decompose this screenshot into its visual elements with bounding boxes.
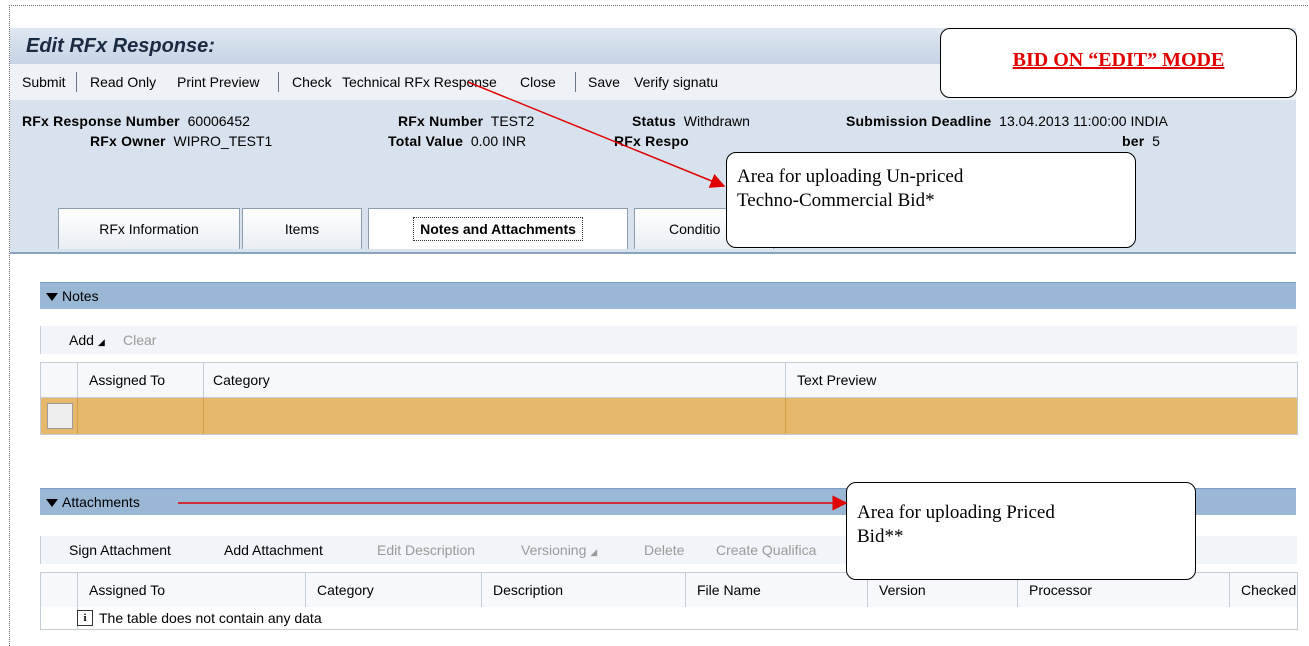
column-header-category[interactable]: Category xyxy=(317,582,374,598)
status-value: Withdrawn xyxy=(683,113,750,129)
rfx-owner-value: WIPRO_TEST1 xyxy=(173,133,273,149)
collapse-triangle-icon[interactable] xyxy=(46,499,58,508)
version-number-label: ber xyxy=(1122,133,1145,149)
close-button[interactable]: Close xyxy=(520,74,556,90)
rfx-response-version-field: RFx Respo xyxy=(614,133,689,149)
toolbar-separator xyxy=(278,72,279,92)
create-qualification-button[interactable]: Create Qualifica xyxy=(716,542,816,558)
column-header-assigned-to[interactable]: Assigned To xyxy=(89,582,165,598)
bid-mode-text: BID ON “EDIT” MODE xyxy=(1012,49,1225,71)
priced-callout-line-2: Bid** xyxy=(857,526,904,547)
column-header-description[interactable]: Description xyxy=(493,582,563,598)
page-title: Edit RFx Response: xyxy=(26,35,215,57)
rfx-owner-field: RFx Owner WIPRO_TEST1 xyxy=(90,133,272,149)
tab-items[interactable]: Items xyxy=(242,208,362,249)
rfx-owner-label: RFx Owner xyxy=(90,133,166,149)
status-label: Status xyxy=(632,113,676,129)
edit-description-button[interactable]: Edit Description xyxy=(377,542,475,558)
read-only-button[interactable]: Read Only xyxy=(90,74,156,90)
menu-triangle-icon: ◢ xyxy=(97,337,105,347)
unpriced-callout-line-2: Techno-Commercial Bid* xyxy=(737,190,935,211)
version-number-value: 5 xyxy=(1152,133,1160,149)
status-field: Status Withdrawn xyxy=(632,113,750,129)
column-header-file-name[interactable]: File Name xyxy=(697,582,761,598)
sign-attachment-button[interactable]: Sign Attachment xyxy=(69,542,171,558)
tab-rfx-information[interactable]: RFx Information xyxy=(58,208,240,249)
tab-notes-and-attachments[interactable]: Notes and Attachments xyxy=(368,208,628,249)
collapse-triangle-icon[interactable] xyxy=(46,293,58,302)
column-header-assigned-to[interactable]: Assigned To xyxy=(89,372,165,388)
clear-note-button[interactable]: Clear xyxy=(123,332,156,348)
empty-table-message: The table does not contain any data xyxy=(99,610,322,626)
add-note-button[interactable]: Add ◢ xyxy=(69,332,105,348)
table-row-selected[interactable] xyxy=(40,397,1298,435)
save-button[interactable]: Save xyxy=(588,74,620,90)
notes-section-header[interactable]: Notes xyxy=(40,282,1296,309)
rfx-number-value: TEST2 xyxy=(490,113,535,129)
rfx-number-label: RFx Number xyxy=(398,113,484,129)
rfx-number-field: RFx Number TEST2 xyxy=(398,113,534,129)
submit-button[interactable]: Submit xyxy=(22,74,66,90)
rfx-response-number-label: RFx Response Number xyxy=(22,113,180,129)
technical-rfx-response-button[interactable]: Technical RFx Response xyxy=(342,74,497,90)
column-header-checked[interactable]: Checked xyxy=(1241,582,1296,598)
empty-table-row: i The table does not contain any data xyxy=(40,607,1298,630)
priced-callout-line-1: Area for uploading Priced xyxy=(857,502,1055,523)
notes-section-title: Notes xyxy=(62,288,99,304)
check-button[interactable]: Check xyxy=(292,74,332,90)
unpriced-bid-callout: Area for uploading Un-priced Techno-Comm… xyxy=(726,152,1136,248)
column-header-category[interactable]: Category xyxy=(213,372,270,388)
total-value-value: 0.00 INR xyxy=(470,133,527,149)
column-header-version[interactable]: Version xyxy=(879,582,926,598)
bid-mode-callout: BID ON “EDIT” MODE xyxy=(940,28,1297,98)
info-icon: i xyxy=(77,610,93,626)
column-header-processor[interactable]: Processor xyxy=(1029,582,1092,598)
menu-triangle-icon: ◢ xyxy=(590,547,598,557)
toolbar-separator xyxy=(575,72,576,92)
toolbar-separator xyxy=(76,72,77,92)
rfx-response-number-value: 60006452 xyxy=(187,113,250,129)
verify-signature-button[interactable]: Verify signatu xyxy=(634,74,718,90)
submission-deadline-value: 13.04.2013 11:00:00 INDIA xyxy=(999,113,1168,129)
rfx-response-version-label: RFx Respo xyxy=(614,133,689,149)
delete-button[interactable]: Delete xyxy=(644,542,684,558)
attachments-section-title: Attachments xyxy=(62,494,140,510)
notes-toolbar: Add ◢ Clear xyxy=(40,326,1297,354)
print-preview-button[interactable]: Print Preview xyxy=(177,74,259,90)
version-number-field: ber 5 xyxy=(1122,133,1160,149)
unpriced-callout-line-1: Area for uploading Un-priced xyxy=(737,166,964,187)
submission-deadline-label: Submission Deadline xyxy=(846,113,992,129)
priced-bid-callout: Area for uploading Priced Bid** xyxy=(846,482,1196,580)
total-value-field: Total Value 0.00 INR xyxy=(388,133,526,149)
versioning-button[interactable]: Versioning ◢ xyxy=(521,542,597,558)
notes-table-header: Assigned To Category Text Preview xyxy=(40,362,1298,398)
submission-deadline-field: Submission Deadline 13.04.2013 11:00:00 … xyxy=(846,113,1168,129)
add-attachment-button[interactable]: Add Attachment xyxy=(224,542,323,558)
rfx-response-number-field: RFx Response Number 60006452 xyxy=(22,113,250,129)
total-value-label: Total Value xyxy=(388,133,464,149)
column-header-text-preview[interactable]: Text Preview xyxy=(797,372,876,388)
